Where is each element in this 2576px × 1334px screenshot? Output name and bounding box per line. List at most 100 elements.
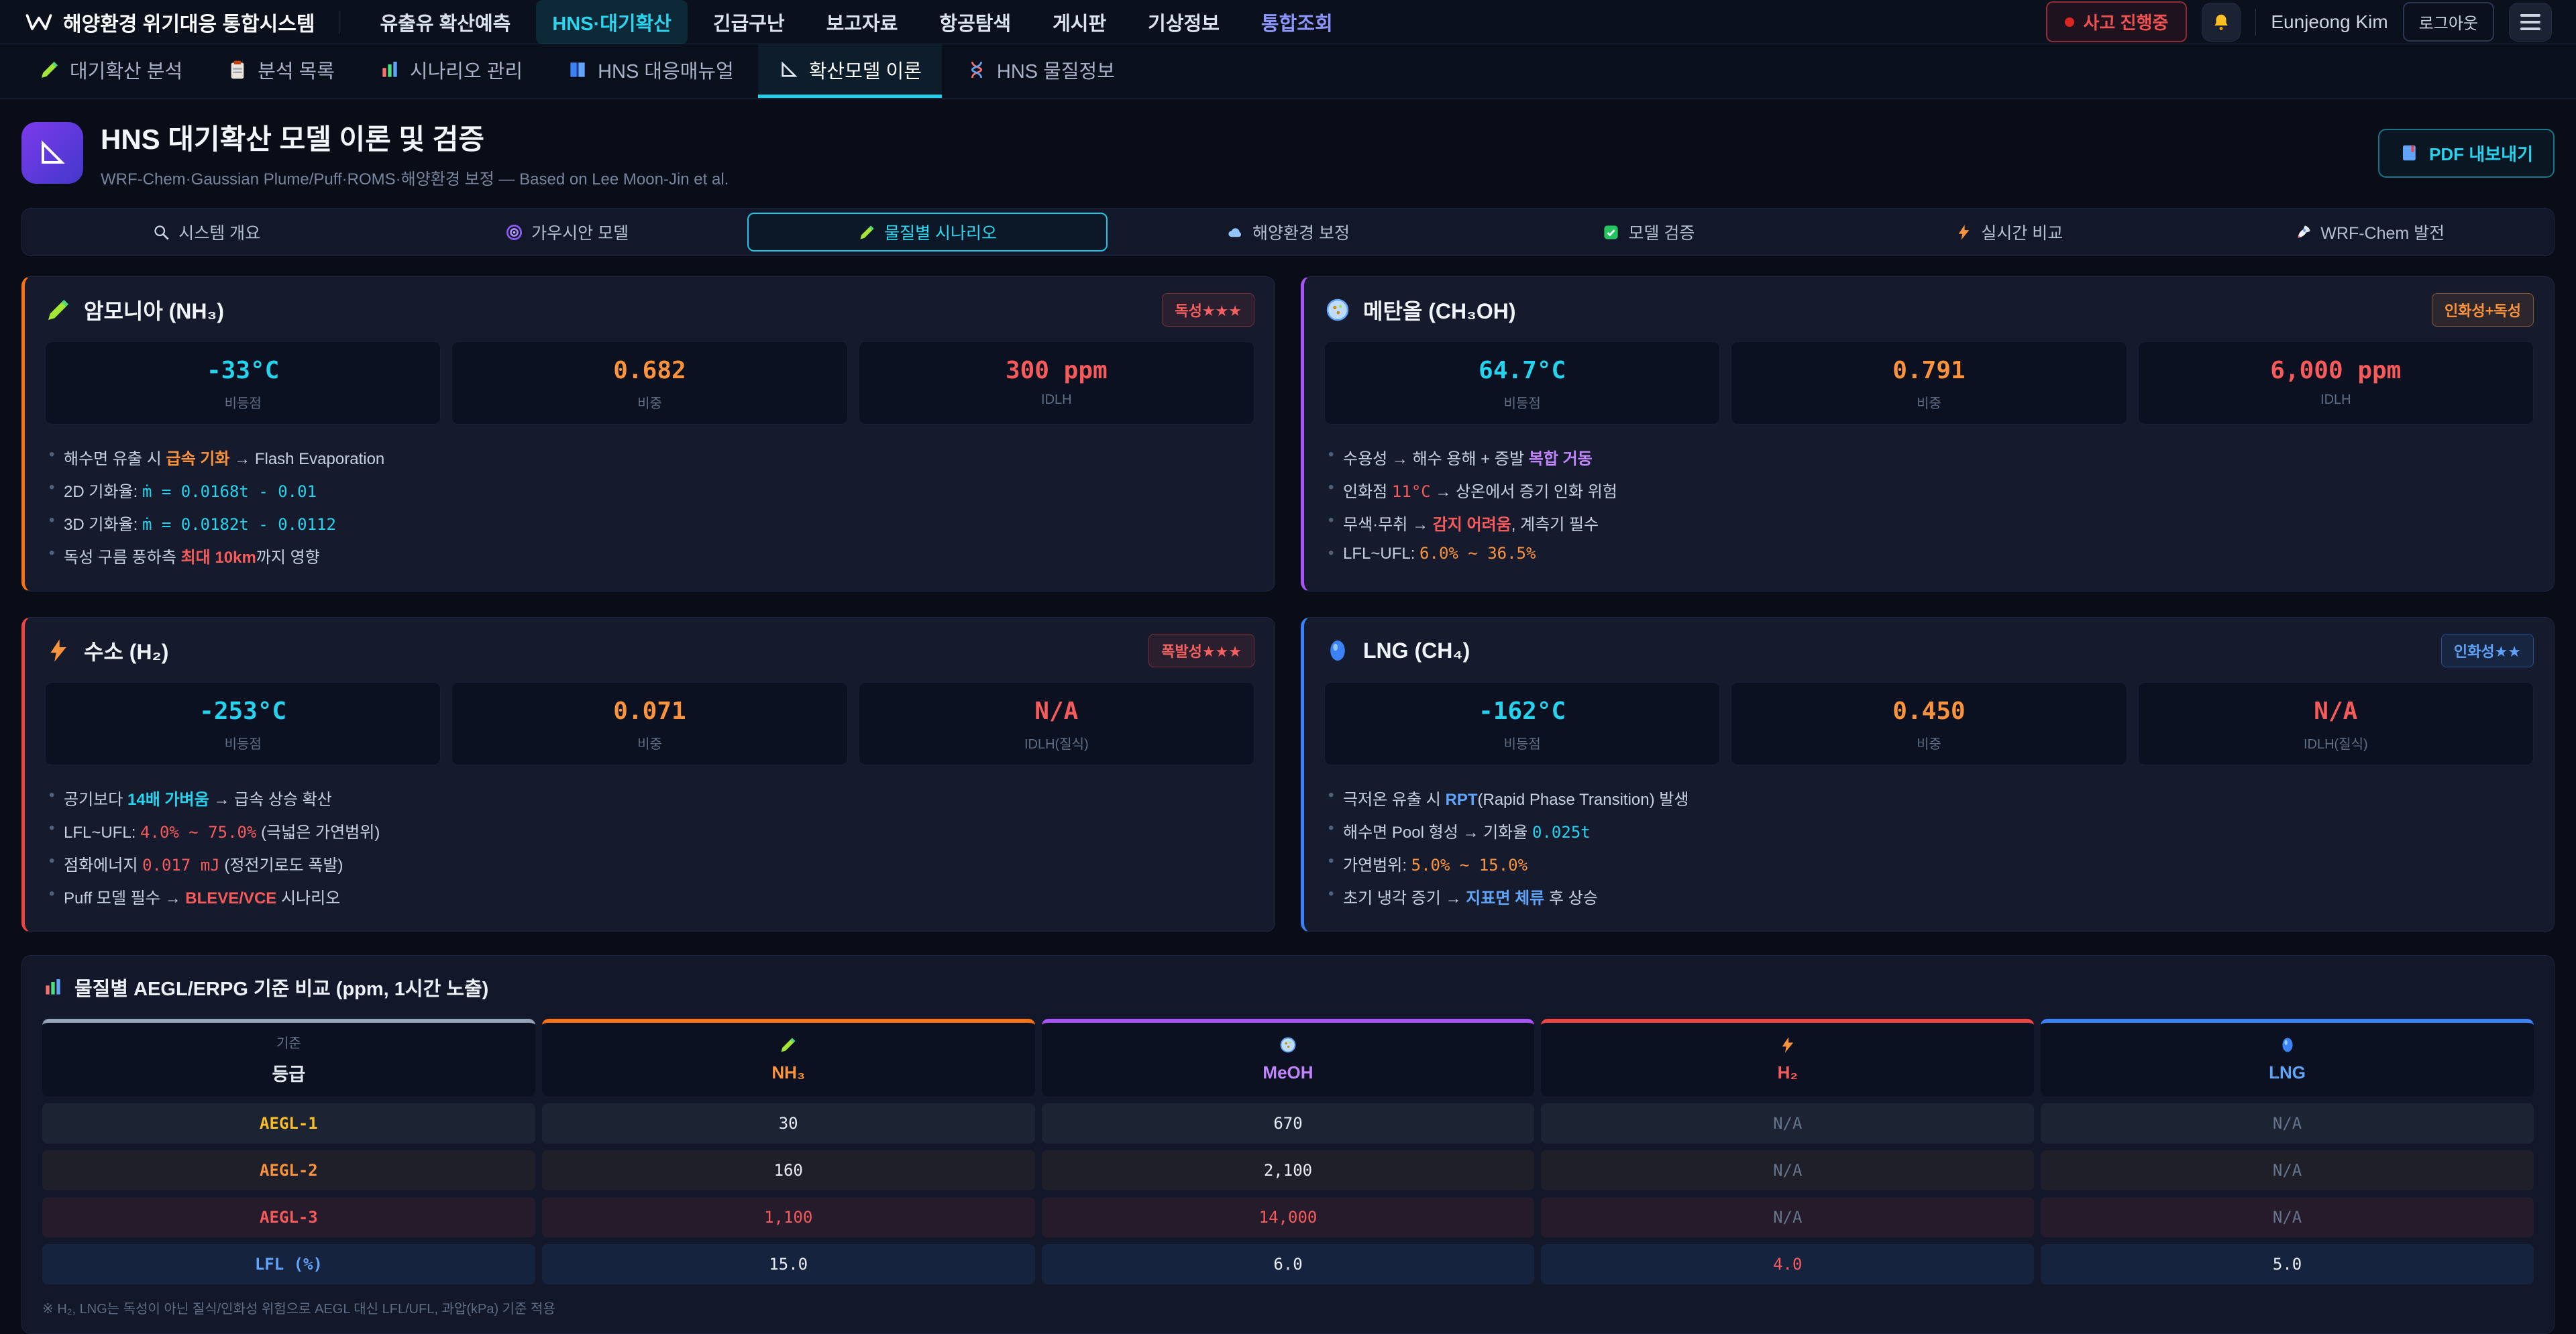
petri-dish-icon — [1279, 1036, 1297, 1054]
pencil-icon — [45, 296, 72, 323]
subnav-model-theory[interactable]: 확산모델 이론 — [758, 44, 942, 98]
card-header: LNG (CH₄) 인화성★★ — [1324, 634, 2534, 667]
card-bullets: 공기보다 14배 가벼움 → 급속 상승 확산 LFL~UFL: 4.0% ~ … — [45, 781, 1254, 913]
cell-aegl3-meoh: 14,000 — [1042, 1197, 1535, 1237]
cell-lfl-lng: 5.0 — [2041, 1244, 2534, 1284]
subnav-hns-manual[interactable]: HNS 대응매뉴얼 — [547, 44, 754, 98]
card-hydrogen: 수소 (H₂) 폭발성★★★ -253°C 비등점 0.071 비중 N/A I… — [21, 617, 1275, 932]
stat-label: IDLH(질식) — [865, 733, 1248, 753]
nav-item-reports[interactable]: 보고자료 — [810, 0, 914, 44]
cell-aegl2-meoh: 2,100 — [1042, 1150, 1535, 1190]
cell-aegl1-meoh: 670 — [1042, 1103, 1535, 1144]
lightning-icon — [1955, 223, 1973, 241]
tab-model-validation[interactable]: 모델 검증 — [1468, 213, 1829, 252]
pencil-icon — [858, 223, 876, 241]
card-bullets: 해수면 유출 시 급속 기화 → Flash Evaporation 2D 기화… — [45, 441, 1254, 572]
bullet: 해수면 Pool 형성 → 기화율 0.025t — [1324, 814, 2534, 847]
row-label-aegl1: AEGL-1 — [42, 1103, 535, 1144]
incident-status-badge[interactable]: 사고 진행중 — [2046, 1, 2188, 42]
cell-aegl2-lng: N/A — [2041, 1150, 2534, 1190]
rocket-icon — [2294, 223, 2312, 241]
stat-boiling-point: -253°C 비등점 — [45, 682, 441, 765]
table-title: 물질별 AEGL/ERPG 기준 비교 (ppm, 1시간 노출) — [42, 973, 2534, 1001]
stat-row: -33°C 비등점 0.682 비중 300 ppm IDLH — [45, 341, 1254, 425]
cell-aegl3-nh3: 1,100 — [542, 1197, 1035, 1237]
subnav-label: 시나리오 관리 — [410, 56, 523, 84]
stat-label: IDLH — [2144, 392, 2528, 408]
nav-item-weather[interactable]: 기상정보 — [1132, 0, 1236, 44]
subnav-hns-substance-info[interactable]: HNS 물질정보 — [946, 44, 1135, 98]
stat-value: -33°C — [51, 357, 435, 384]
comparison-table: 기준 등급 NH₃ MeOH H₂ LNG AEGL-1 30 670 N/A … — [42, 1019, 2534, 1284]
app-title: 해양환경 위기대응 통합시스템 — [63, 7, 315, 37]
stat-boiling-point: -162°C 비등점 — [1324, 682, 1720, 765]
bullet: 초기 냉각 증기 → 지표면 체류 후 상승 — [1324, 880, 2534, 913]
nav-item-oil-spill[interactable]: 유출유 확산예측 — [364, 0, 527, 44]
cloud-icon — [1226, 223, 1244, 241]
nav-item-integrated-search[interactable]: 통합조회 — [1245, 0, 1349, 44]
document-icon — [2400, 143, 2420, 163]
stat-row: -253°C 비등점 0.071 비중 N/A IDLH(질식) — [45, 682, 1254, 765]
stat-label: 비등점 — [51, 733, 435, 753]
card-bullets: 수용성 → 해수 용해 + 증발 복합 거동 인화점 11°C → 상온에서 증… — [1324, 441, 2534, 568]
cell-lfl-h2: 4.0 — [1541, 1244, 2034, 1284]
subnav-label: HNS 대응매뉴얼 — [598, 56, 734, 84]
nav-item-board[interactable]: 게시판 — [1036, 0, 1122, 44]
stat-row: 64.7°C 비등점 0.791 비중 6,000 ppm IDLH — [1324, 341, 2534, 425]
card-ammonia: 암모니아 (NH₃) 독성★★★ -33°C 비등점 0.682 비중 300 … — [21, 276, 1275, 592]
nav-item-rescue[interactable]: 긴급구난 — [697, 0, 801, 44]
card-lng: LNG (CH₄) 인화성★★ -162°C 비등점 0.450 비중 N/A … — [1301, 617, 2555, 932]
subnav-diffusion-analysis[interactable]: 대기확산 분석 — [19, 44, 203, 98]
tab-wrf-chem[interactable]: WRF-Chem 발전 — [2190, 213, 2550, 252]
table-header-criteria: 기준 등급 — [42, 1019, 535, 1097]
notifications-button[interactable] — [2202, 3, 2241, 42]
column-symbol: H₂ — [1778, 1062, 1798, 1083]
pdf-export-button[interactable]: PDF 내보내기 — [2378, 129, 2555, 178]
nav-item-aerial-search[interactable]: 항공탐색 — [923, 0, 1027, 44]
substance-cards-grid: 암모니아 (NH₃) 독성★★★ -33°C 비등점 0.682 비중 300 … — [21, 276, 2555, 932]
hazard-badge: 폭발성★★★ — [1148, 634, 1254, 667]
hazard-badge: 인화성★★ — [2441, 634, 2534, 667]
hazard-badge: 인화성+독성 — [2432, 293, 2534, 327]
pencil-icon — [39, 59, 60, 80]
subnav-analysis-list[interactable]: 분석 목록 — [207, 44, 355, 98]
bullet: 2D 기화율: ṁ = 0.0168t - 0.01 — [45, 474, 1254, 506]
stat-idlh: 300 ppm IDLH — [859, 341, 1254, 425]
cell-aegl1-h2: N/A — [1541, 1103, 2034, 1144]
table-header-nh3: NH₃ — [542, 1019, 1035, 1097]
subnav-scenario-management[interactable]: 시나리오 관리 — [359, 44, 543, 98]
tab-realtime-comparison[interactable]: 실시간 비교 — [1829, 213, 2189, 252]
bullet: LFL~UFL: 6.0% ~ 36.5% — [1324, 539, 2534, 568]
tab-label: 실시간 비교 — [1981, 220, 2063, 244]
menu-button[interactable] — [2509, 3, 2552, 42]
book-icon — [567, 59, 588, 80]
pdf-export-label: PDF 내보내기 — [2429, 141, 2533, 166]
app-logo[interactable]: 해양환경 위기대응 통합시스템 — [24, 7, 315, 37]
row-label-aegl2: AEGL-2 — [42, 1150, 535, 1190]
stat-value: -253°C — [51, 698, 435, 725]
stat-label: 비등점 — [51, 392, 435, 412]
stat-value: 0.682 — [458, 357, 841, 384]
topbar-right: 사고 진행중 Eunjeong Kim 로그아웃 — [2046, 1, 2553, 42]
cell-aegl3-lng: N/A — [2041, 1197, 2534, 1237]
nav-item-hns-diffusion[interactable]: HNS·대기확산 — [536, 0, 688, 44]
tab-gaussian-model[interactable]: 가우시안 모델 — [386, 213, 747, 252]
bullet: 극저온 유출 시 RPT(Rapid Phase Transition) 발생 — [1324, 781, 2534, 814]
stat-specific-gravity: 0.450 비중 — [1731, 682, 2127, 765]
header-big-label: 등급 — [272, 1060, 306, 1086]
stat-value: 6,000 ppm — [2144, 357, 2528, 384]
tab-marine-correction[interactable]: 해양환경 보정 — [1108, 213, 1468, 252]
top-navbar: 해양환경 위기대응 통합시스템 유출유 확산예측 HNS·대기확산 긴급구난 보… — [0, 0, 2576, 44]
tab-system-overview[interactable]: 시스템 개요 — [26, 213, 386, 252]
bullet: 독성 구름 풍하측 최대 10km까지 영향 — [45, 539, 1254, 572]
bullet: 해수면 유출 시 급속 기화 → Flash Evaporation — [45, 441, 1254, 474]
tab-substance-scenarios[interactable]: 물질별 시나리오 — [747, 213, 1108, 252]
stat-value: 0.450 — [1737, 698, 2121, 725]
page-subtitle: WRF-Chem·Gaussian Plume/Puff·ROMS·해양환경 보… — [101, 166, 2361, 189]
logout-button[interactable]: 로그아웃 — [2403, 2, 2494, 42]
clipboard-icon — [227, 59, 248, 80]
page-icon-box — [21, 122, 83, 184]
aegl-comparison-section: 물질별 AEGL/ERPG 기준 비교 (ppm, 1시간 노출) 기준 등급 … — [21, 955, 2555, 1334]
pencil-icon — [779, 1036, 798, 1054]
stat-label: IDLH — [865, 392, 1248, 408]
